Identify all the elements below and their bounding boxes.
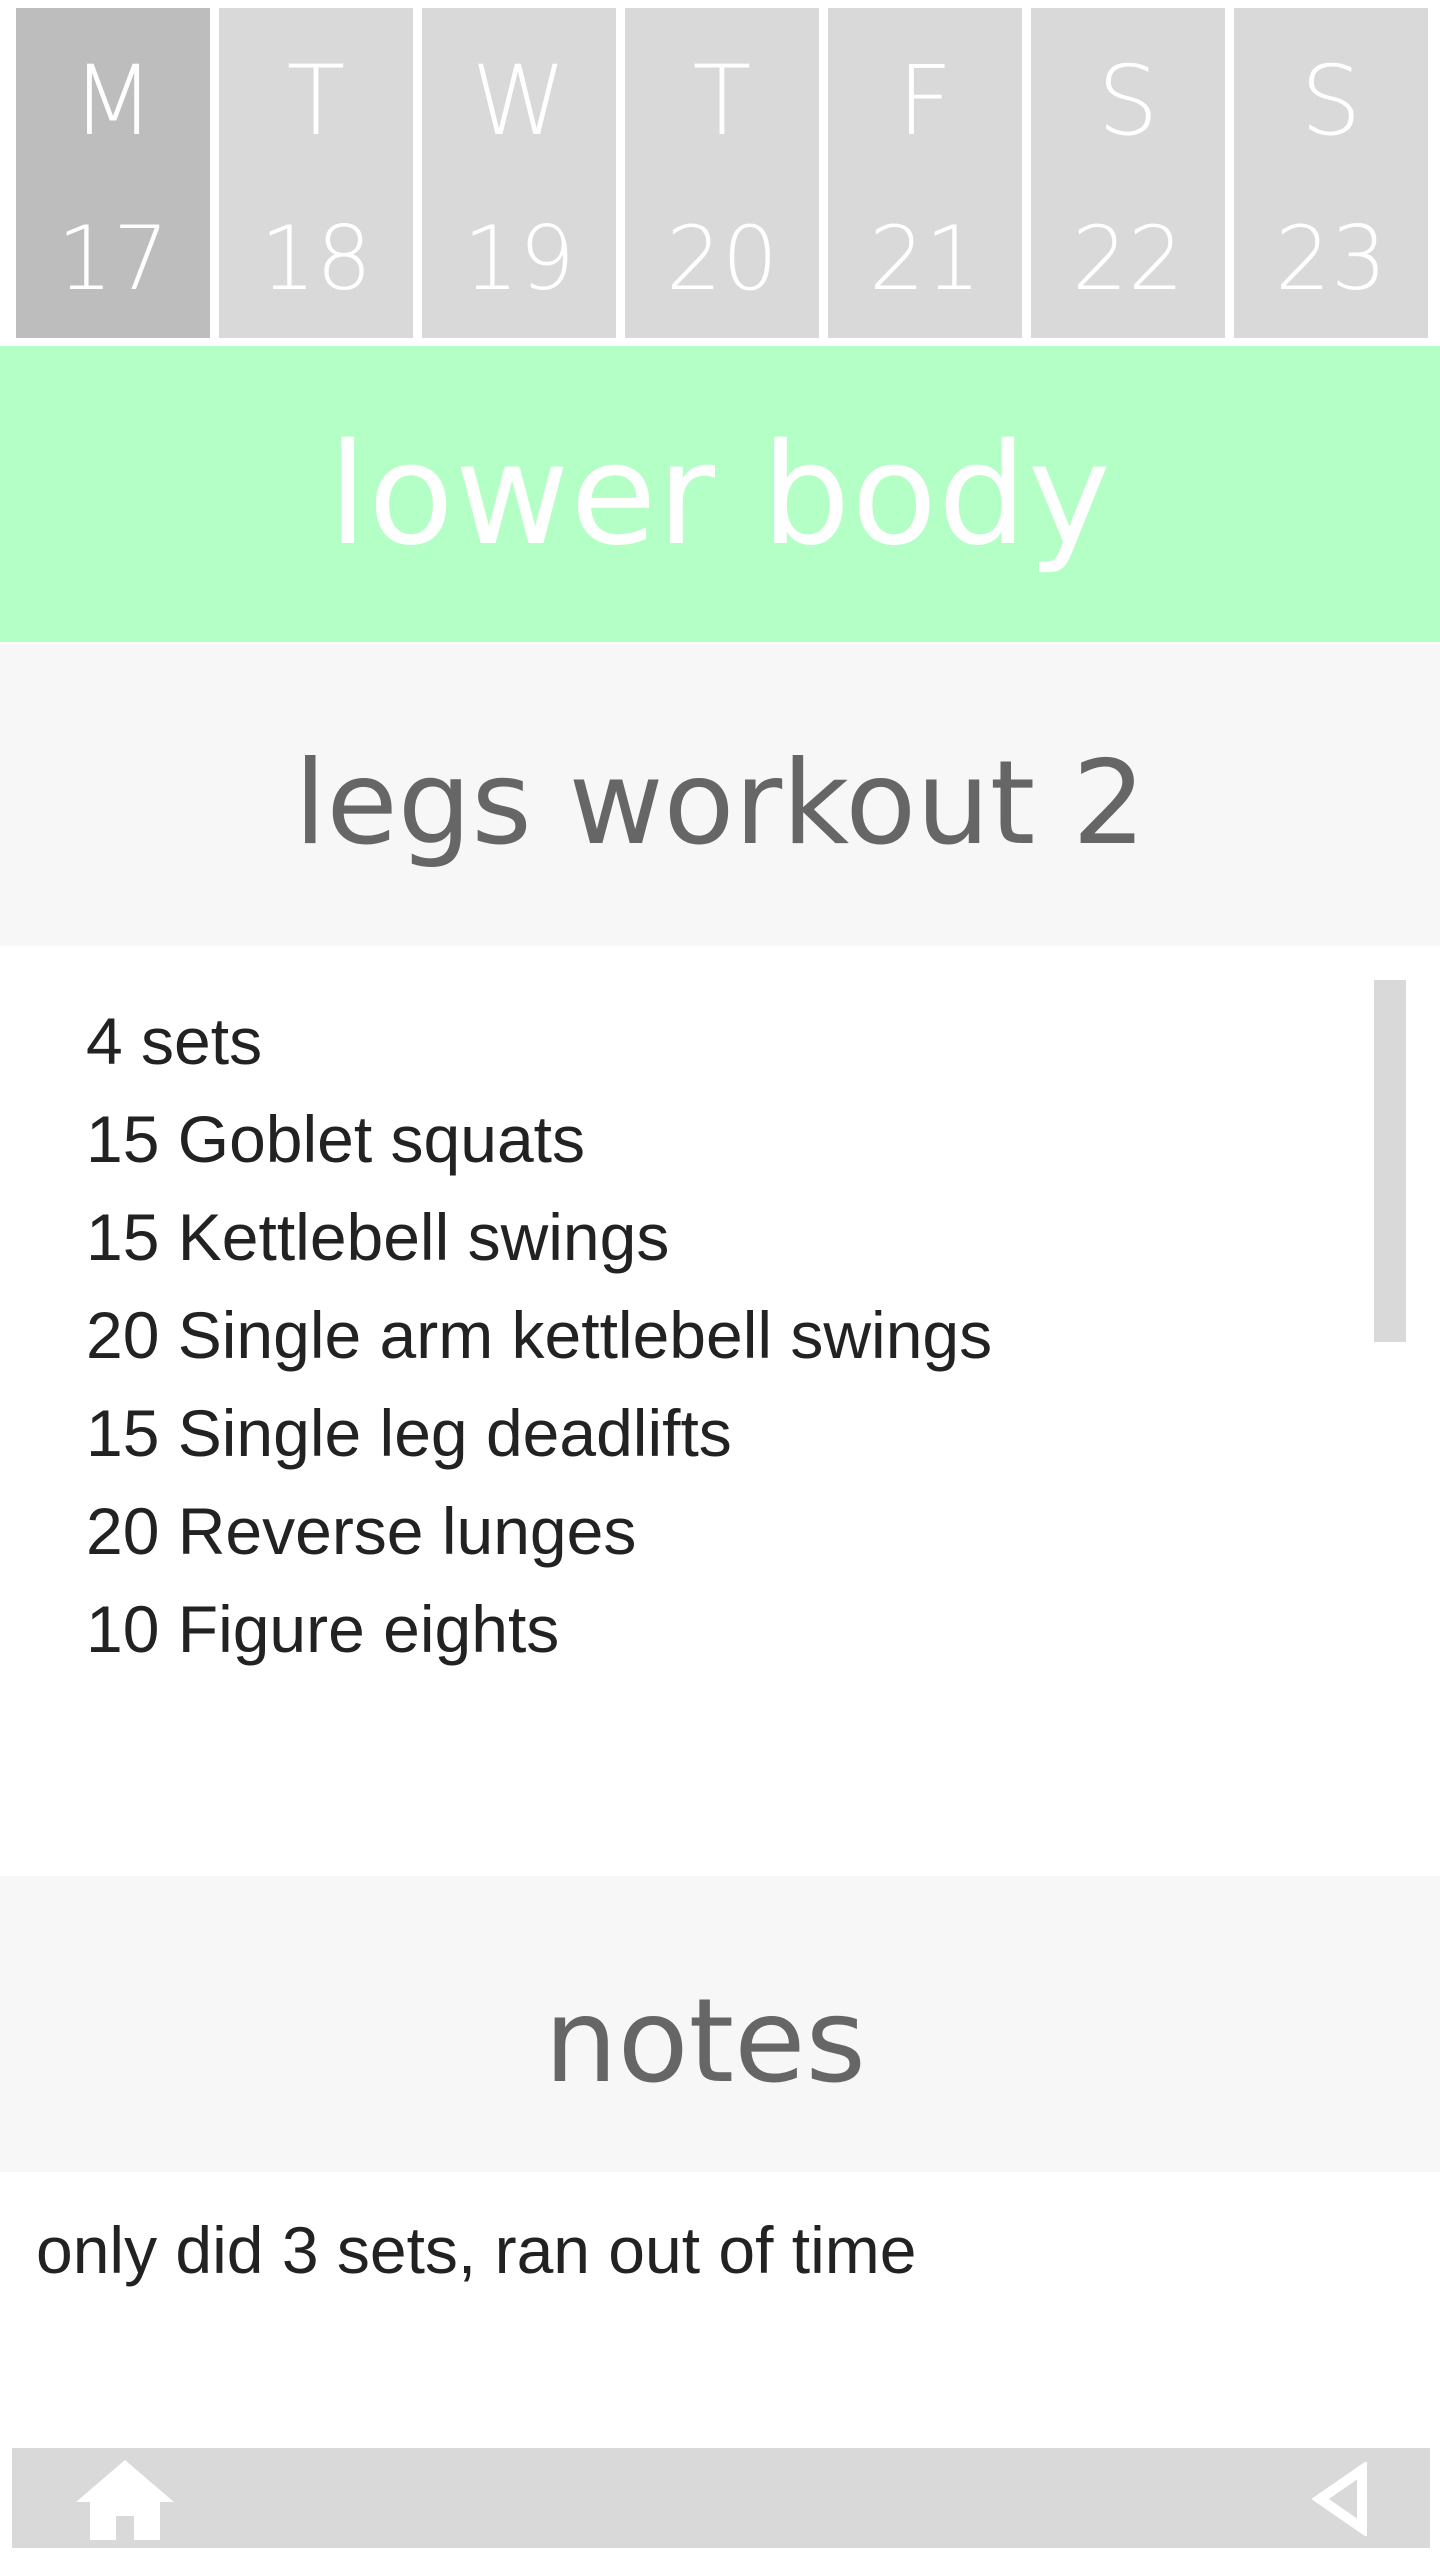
list-scrollbar[interactable] (1374, 980, 1406, 1342)
exercise-list[interactable]: 4 sets 15 Goblet squats 15 Kettlebell sw… (0, 948, 1440, 1874)
workout-title: legs workout 2 (294, 736, 1146, 871)
list-item: 15 Kettlebell swings (86, 1200, 670, 1274)
day-letter: W (471, 45, 567, 157)
exercise-items: 4 sets 15 Goblet squats 15 Kettlebell sw… (86, 992, 992, 1678)
day-date: 17 (57, 207, 169, 310)
notes-title: notes (544, 1974, 866, 2109)
list-item: 4 sets (86, 1004, 263, 1078)
day-tab-friday[interactable]: F 21 (828, 8, 1022, 338)
category-title: lower body (328, 414, 1112, 577)
back-triangle-icon (1311, 2460, 1367, 2538)
day-letter: T (692, 45, 752, 157)
day-tab-tuesday[interactable]: T 18 (219, 8, 413, 338)
day-letter: M (71, 45, 155, 157)
day-tab-thursday[interactable]: T 20 (625, 8, 819, 338)
day-tab-wednesday[interactable]: W 19 (422, 8, 616, 338)
list-item: 15 Single leg deadlifts (86, 1396, 732, 1470)
day-letter: F (897, 45, 953, 157)
category-banner: lower body (0, 346, 1440, 642)
home-button[interactable] (70, 2456, 180, 2542)
notes-text[interactable]: only did 3 sets, ran out of time (36, 2210, 916, 2290)
day-letter: S (1097, 45, 1159, 157)
list-item: 15 Goblet squats (86, 1102, 585, 1176)
day-tab-sunday[interactable]: S 23 (1234, 8, 1428, 338)
workout-day-screen: M 17 T 18 W 19 T 20 F 21 S 22 S 23 lower… (0, 0, 1440, 2560)
list-item: 20 Reverse lunges (86, 1494, 637, 1568)
day-date: 21 (869, 207, 981, 310)
list-item: 20 Single arm kettlebell swings (86, 1298, 993, 1372)
notes-header: notes (0, 1876, 1440, 2172)
workout-title-header: legs workout 2 (0, 644, 1440, 946)
day-date: 23 (1275, 207, 1387, 310)
back-button[interactable] (1311, 2460, 1388, 2538)
home-icon (76, 2460, 174, 2540)
notes-body[interactable]: only did 3 sets, ran out of time (0, 2174, 1440, 2438)
day-tab-monday[interactable]: M 17 (16, 8, 210, 338)
day-date: 20 (666, 207, 778, 310)
list-item: 10 Figure eights (86, 1592, 560, 1666)
day-tab-saturday[interactable]: S 22 (1031, 8, 1225, 338)
day-date: 18 (260, 207, 372, 310)
day-date: 22 (1072, 207, 1184, 310)
day-letter: S (1300, 45, 1362, 157)
bottom-nav-bar (12, 2448, 1430, 2548)
day-date: 19 (463, 207, 575, 310)
week-strip: M 17 T 18 W 19 T 20 F 21 S 22 S 23 (0, 0, 1440, 344)
day-letter: T (286, 45, 346, 157)
